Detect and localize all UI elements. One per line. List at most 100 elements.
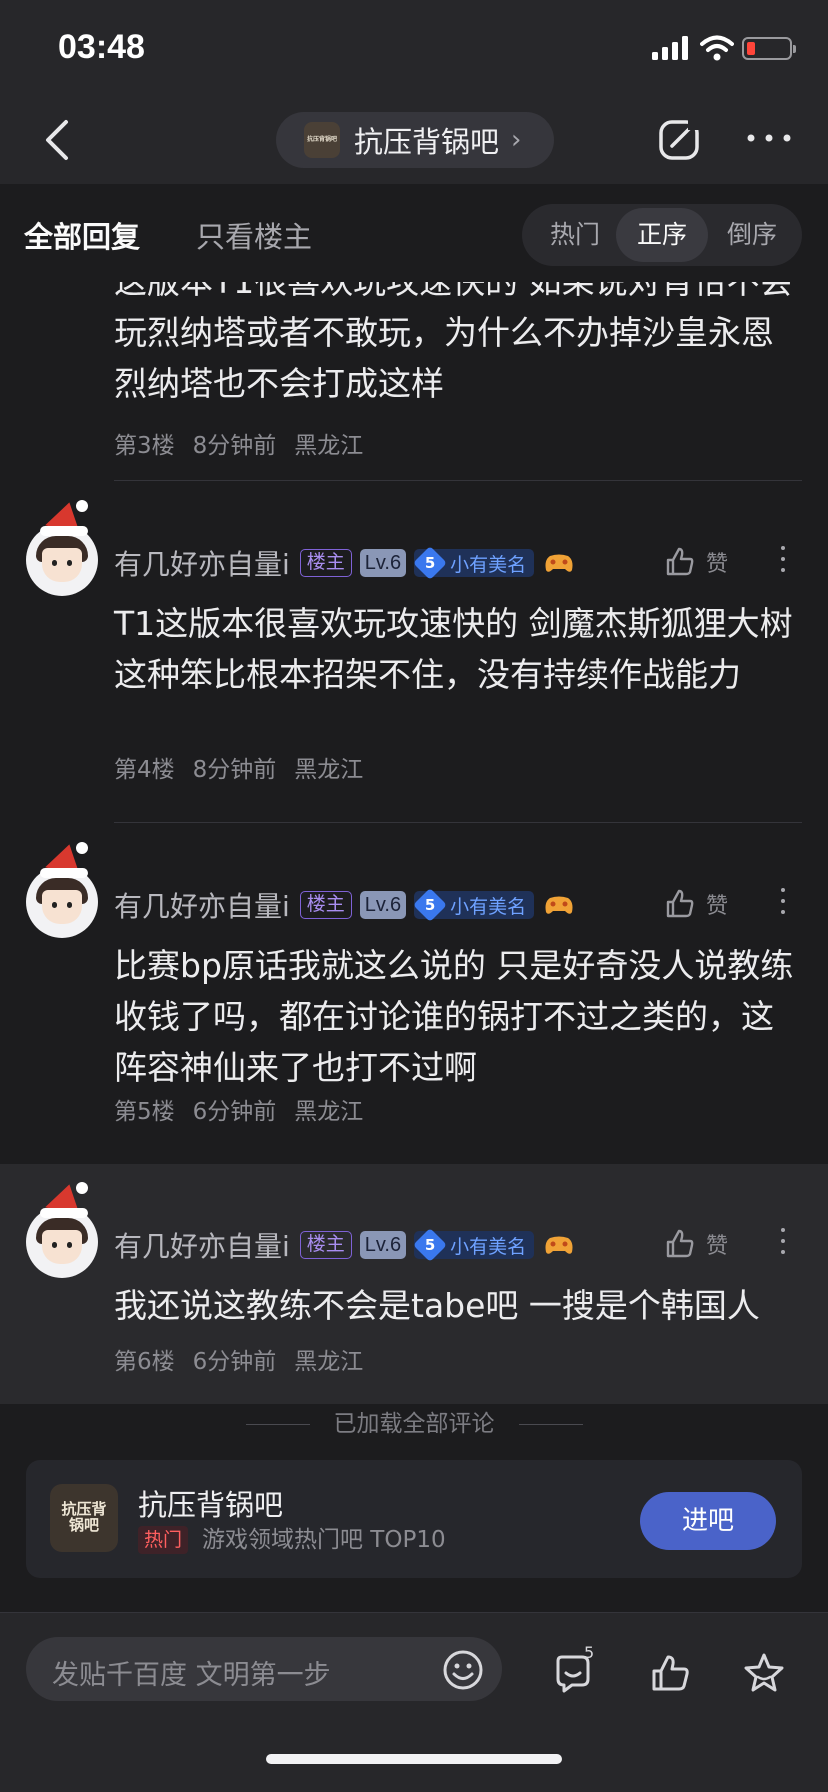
fame-badge[interactable]: 5 小有美名	[413, 1228, 535, 1262]
fame-text: 小有美名	[450, 1235, 527, 1258]
divider	[114, 480, 802, 481]
forum-card-logo-text: 抗压背锅吧	[61, 1500, 107, 1534]
avatar-eye	[67, 902, 72, 908]
post-time: 8分钟前	[192, 757, 277, 783]
reply-input[interactable]: 发贴千百度 文明第一步	[26, 1637, 502, 1701]
divider	[114, 822, 802, 823]
avatar[interactable]	[26, 498, 98, 596]
forum-name: 抗压背锅吧	[354, 125, 500, 159]
kebab-icon[interactable]	[776, 888, 790, 920]
thumbs-up-icon[interactable]	[648, 1651, 692, 1695]
fame-text: 小有美名	[450, 895, 527, 918]
avatar-face	[42, 1230, 82, 1264]
forum-card[interactable]: 抗压背锅吧 抗压背锅吧 热门 游戏领域热门吧 TOP10 进吧	[26, 1460, 802, 1578]
emoji-icon[interactable]	[442, 1649, 484, 1691]
loaded-all-text: 已加载全部评论	[333, 1411, 495, 1437]
game-controller-icon	[545, 896, 573, 914]
floor-number: 第5楼	[114, 1099, 175, 1125]
back-arrow-icon[interactable]	[38, 118, 78, 162]
enter-forum-button[interactable]: 进吧	[640, 1492, 776, 1550]
bottom-bar: 发贴千百度 文明第一步 5	[0, 1612, 828, 1792]
fame-level: 5	[424, 1236, 436, 1254]
level-badge: Lv.6	[359, 1231, 407, 1259]
like-button[interactable]: 赞	[664, 884, 728, 924]
fame-level: 5	[424, 554, 436, 572]
op-badge: 楼主	[299, 549, 352, 577]
user-line: 有几好亦自量i 楼主 Lv.6 5 小有美名	[114, 1225, 574, 1265]
avatar[interactable]	[26, 1180, 98, 1278]
comment-meta: 第6楼 6分钟前 黑龙江	[114, 1342, 381, 1376]
avatar[interactable]	[26, 840, 98, 938]
sort-toggle-group: 热门 正序 倒序	[522, 204, 802, 266]
avatar-eye	[67, 560, 72, 566]
forum-logo-text: 抗压背锅吧	[306, 136, 337, 143]
like-label: 赞	[706, 1234, 729, 1259]
chevron-right-icon: ›	[511, 125, 522, 155]
santa-hat-brim	[40, 868, 88, 878]
floor-number: 第6楼	[114, 1349, 175, 1375]
username[interactable]: 有几好亦自量i	[114, 885, 290, 925]
diamond-icon: 5	[413, 546, 448, 580]
hot-tag: 热门	[138, 1526, 189, 1554]
username[interactable]: 有几好亦自量i	[114, 543, 290, 583]
username[interactable]: 有几好亦自量i	[114, 1225, 290, 1265]
op-badge: 楼主	[299, 891, 352, 919]
like-icon	[666, 889, 694, 918]
tab-all-replies[interactable]: 全部回复	[24, 214, 140, 256]
like-button[interactable]: 赞	[664, 542, 728, 582]
sort-ascending-button[interactable]: 正序	[616, 208, 708, 262]
like-button[interactable]: 赞	[664, 1224, 728, 1264]
forum-logo: 抗压背锅吧	[304, 122, 340, 158]
forum-link-pill[interactable]: 抗压背锅吧 抗压背锅吧 ›	[276, 112, 554, 168]
forum-card-description: 游戏领域热门吧 TOP10	[202, 1527, 446, 1553]
kebab-icon[interactable]	[776, 546, 790, 578]
comment-count: 5	[584, 1643, 595, 1662]
comment-text: T1这版本很喜欢玩攻速快的 剑魔杰斯狐狸大树这种笨比根本招架不住，没有持续作战能…	[114, 604, 793, 694]
comment-text: 这版本T1很喜欢玩攻速快的 如果说对肯恰不会玩烈纳塔或者不敢玩，为什么不办掉沙皇…	[114, 282, 793, 403]
floor-number: 第4楼	[114, 757, 175, 783]
status-time: 03:48	[58, 28, 145, 66]
fame-level: 5	[424, 896, 436, 914]
like-label: 赞	[706, 552, 729, 577]
santa-hat-pompom	[76, 842, 88, 854]
game-controller-icon	[545, 1236, 573, 1254]
status-bar: 03:48	[0, 0, 828, 96]
game-controller-icon	[545, 554, 573, 572]
like-icon	[666, 1229, 694, 1258]
nav-bar: 抗压背锅吧 抗压背锅吧 ›	[0, 96, 828, 184]
avatar-eye	[52, 902, 57, 908]
fame-badge[interactable]: 5 小有美名	[413, 546, 535, 580]
forum-card-logo: 抗压背锅吧	[50, 1484, 118, 1552]
sort-hot-button[interactable]: 热门	[534, 204, 616, 266]
more-icon[interactable]	[746, 130, 792, 146]
sort-descending-button[interactable]: 倒序	[708, 204, 796, 266]
kebab-icon[interactable]	[776, 1228, 790, 1260]
santa-hat-brim	[40, 1208, 88, 1218]
post-time: 6分钟前	[192, 1099, 277, 1125]
comment-text: 比赛bp原话我就这么说的 只是好奇没人说教练收钱了吗，都在讨论谁的锅打不过之类的…	[114, 946, 794, 1087]
post-time: 8分钟前	[192, 433, 277, 459]
user-line: 有几好亦自量i 楼主 Lv.6 5 小有美名	[114, 885, 574, 925]
user-line: 有几好亦自量i 楼主 Lv.6 5 小有美名	[114, 543, 574, 583]
tab-op-only[interactable]: 只看楼主	[196, 214, 312, 256]
share-icon[interactable]	[658, 116, 704, 162]
signal-icon	[652, 36, 688, 60]
post-location: 黑龙江	[294, 1099, 364, 1125]
star-icon[interactable]	[742, 1651, 786, 1695]
post-time: 6分钟前	[192, 1349, 277, 1375]
santa-hat-pompom	[76, 500, 88, 512]
comment-meta: 第3楼 8分钟前 黑龙江	[114, 426, 381, 460]
post-location: 黑龙江	[294, 757, 364, 783]
avatar-eye	[67, 1242, 72, 1248]
comment-meta: 第5楼 6分钟前 黑龙江	[114, 1092, 381, 1126]
avatar-eye	[52, 560, 57, 566]
comment-text: 我还说这教练不会是tabe吧 一搜是个韩国人	[114, 1286, 760, 1325]
filter-bar: 全部回复 只看楼主 热门 正序 倒序	[0, 184, 828, 282]
divider-line	[245, 1424, 310, 1425]
level-badge: Lv.6	[359, 891, 407, 919]
divider-line	[518, 1424, 583, 1425]
fame-badge[interactable]: 5 小有美名	[413, 888, 535, 922]
diamond-icon: 5	[413, 1228, 448, 1262]
loaded-all-notice: 已加载全部评论	[0, 1404, 828, 1438]
post-location: 黑龙江	[294, 433, 364, 459]
